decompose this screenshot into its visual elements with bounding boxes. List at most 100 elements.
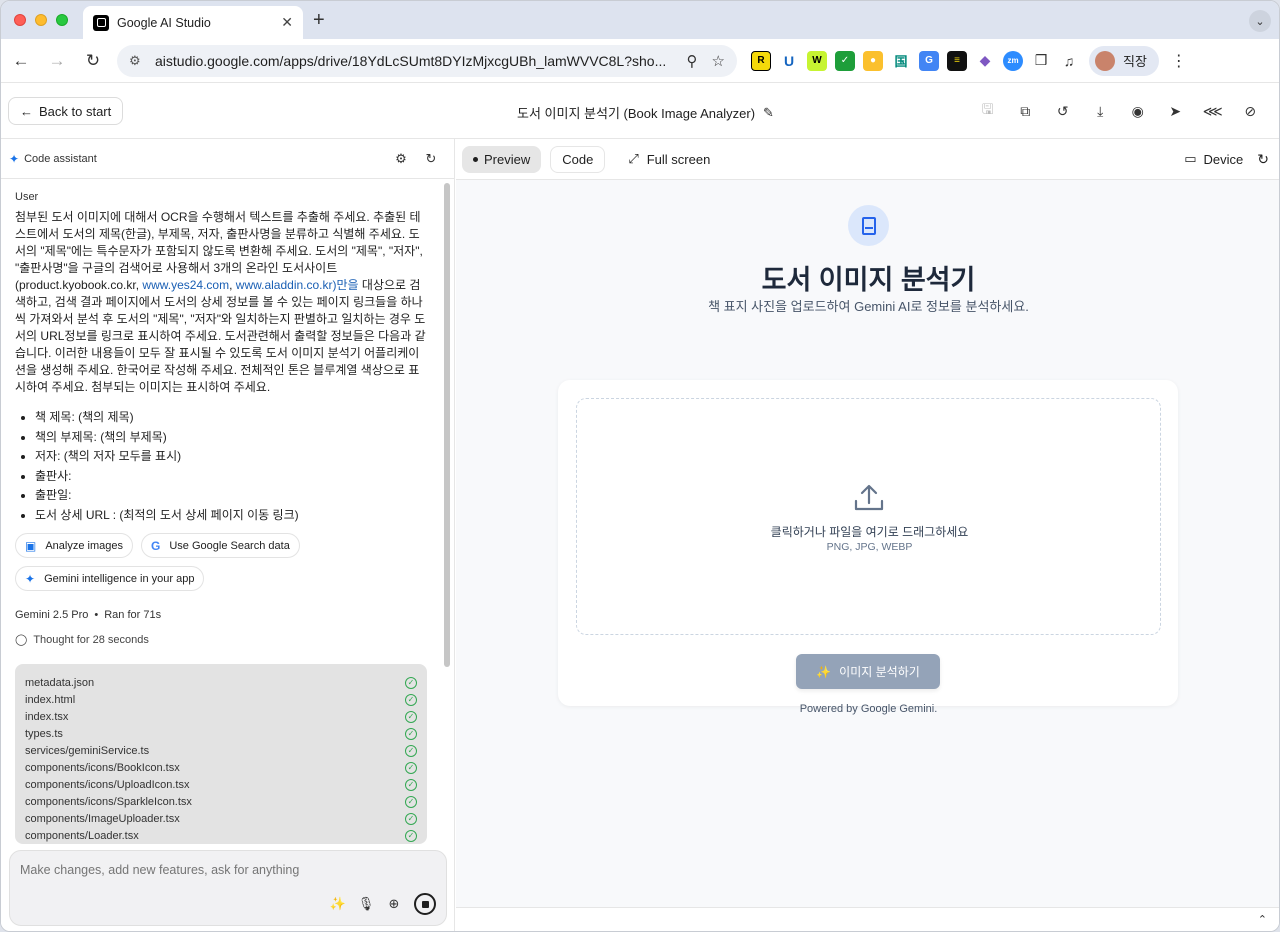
dropzone-file-types: PNG, JPG, WEBP: [826, 541, 913, 553]
maximize-window-button[interactable]: [56, 14, 68, 26]
file-row[interactable]: metadata.json ✓: [25, 674, 417, 691]
download-icon[interactable]: ⤓: [1082, 101, 1120, 121]
browser-toolbar: ← → ↻ ⚙ aistudio.google.com/apps/drive/1…: [1, 39, 1279, 83]
aladdin-link[interactable]: www.aladdin.co.kr)만을: [236, 278, 359, 292]
analyze-image-button[interactable]: ✨ 이미지 분석하기: [796, 654, 940, 689]
settings-gear-icon[interactable]: ⚙: [386, 151, 416, 167]
add-circle-icon[interactable]: ⊕: [386, 896, 402, 912]
stop-button[interactable]: [414, 893, 436, 915]
browser-menu-icon[interactable]: ⋮: [1171, 51, 1187, 71]
history-icon[interactable]: ↺: [1044, 101, 1082, 121]
browser-tab[interactable]: Google AI Studio ✕: [83, 6, 303, 39]
file-row[interactable]: components/ImageUploader.tsx ✓: [25, 810, 417, 827]
minimize-window-button[interactable]: [35, 14, 47, 26]
microphone-icon[interactable]: 🎙: [358, 896, 375, 912]
file-row[interactable]: components/icons/UploadIcon.tsx ✓: [25, 776, 417, 793]
check-circle-icon: ✓: [405, 710, 417, 723]
file-name: components/icons/UploadIcon.tsx: [25, 778, 190, 791]
magic-wand-icon[interactable]: ✨: [330, 896, 346, 912]
tab-preview[interactable]: Preview: [462, 145, 542, 173]
chip-analyze-images[interactable]: ▣ Analyze images: [15, 533, 133, 558]
save-copy-icon[interactable]: ⧉: [1007, 101, 1045, 121]
file-row[interactable]: components/Loader.tsx ✓: [25, 827, 417, 844]
zoom-search-icon[interactable]: ⚲: [687, 52, 698, 70]
device-button[interactable]: ▭ Device: [1184, 151, 1243, 167]
zoom-extension-icon[interactable]: zm: [1003, 50, 1023, 71]
code-assistant-panel: ✦ Code assistant ⚙ ↻ User 첨부된 도서 이미지에 대해…: [1, 139, 455, 931]
chat-scrollbar[interactable]: [444, 183, 450, 667]
profile-name: 직장: [1123, 54, 1147, 69]
media-control-icon[interactable]: ♫: [1059, 50, 1079, 71]
chip-google-search[interactable]: G Use Google Search data: [141, 533, 300, 558]
preview-panel: Preview Code ⤢ Full screen ▭ Device ↻ 도서…: [456, 139, 1279, 931]
site-settings-icon[interactable]: ⚙: [129, 53, 147, 69]
back-to-start-button[interactable]: ← Back to start: [8, 97, 124, 125]
file-row[interactable]: components/icons/BookIcon.tsx ✓: [25, 759, 417, 776]
file-row[interactable]: index.html ✓: [25, 691, 417, 708]
extension-check-icon[interactable]: ✓: [835, 50, 855, 71]
analyze-button-label: 이미지 분석하기: [839, 665, 920, 679]
sparkle-icon: ✨: [816, 664, 832, 679]
app-title-text: 도서 이미지 분석기 (Book Image Analyzer): [517, 106, 756, 121]
extensions-puzzle-icon[interactable]: ❒: [1031, 50, 1051, 71]
profile-button[interactable]: 직장: [1089, 45, 1159, 76]
hide-eye-icon[interactable]: ⊘: [1232, 101, 1270, 121]
console-bar: ⌃: [456, 907, 1279, 931]
deploy-rocket-icon[interactable]: ➤: [1157, 101, 1195, 121]
chevron-up-icon[interactable]: ⌃: [1258, 913, 1267, 926]
yes24-link[interactable]: www.yes24.com: [142, 278, 229, 292]
back-arrow-icon[interactable]: ←: [5, 45, 37, 77]
reset-refresh-icon[interactable]: ↻: [416, 151, 446, 167]
code-assistant-header: ✦ Code assistant ⚙ ↻: [1, 139, 454, 179]
reload-icon[interactable]: ↻: [77, 45, 109, 77]
share-icon[interactable]: ⋘: [1194, 101, 1232, 121]
chip-gemini-intelligence[interactable]: ✦ Gemini intelligence in your app: [15, 566, 205, 591]
code-assistant-title: ✦ Code assistant: [9, 152, 386, 166]
image-dropzone[interactable]: 클릭하거나 파일을 여기로 드래그하세요 PNG, JPG, WEBP: [576, 398, 1161, 635]
app-header: ← Back to start 도서 이미지 분석기 (Book Image A…: [1, 83, 1279, 139]
extension-keep-icon[interactable]: ●: [863, 50, 883, 71]
app-actions: 🖫 ⧉ ↺ ⤓ ◉ ➤ ⋘ ⊘: [969, 101, 1269, 121]
upload-card: 클릭하거나 파일을 여기로 드래그하세요 PNG, JPG, WEBP ✨ 이미…: [558, 380, 1178, 706]
device-label: Device: [1203, 151, 1244, 167]
file-row[interactable]: types.ts ✓: [25, 725, 417, 742]
url-text[interactable]: aistudio.google.com/apps/drive/18YdLcSUm…: [155, 53, 673, 69]
tab-code[interactable]: Code: [550, 145, 606, 173]
tab-close-icon[interactable]: ✕: [281, 14, 293, 31]
extension-translate-icon[interactable]: 国: [891, 50, 911, 71]
back-to-start-label: Back to start: [39, 103, 112, 119]
edit-pencil-icon[interactable]: ✎: [763, 105, 774, 121]
extension-w-icon[interactable]: W: [807, 50, 827, 71]
extension-gem-icon[interactable]: ◆: [975, 50, 995, 71]
file-row[interactable]: services/geminiService.ts ✓: [25, 742, 417, 759]
full-screen-button[interactable]: ⤢ Full screen: [628, 151, 710, 167]
new-tab-button[interactable]: +: [313, 9, 325, 32]
extension-stack-icon[interactable]: ≡: [947, 50, 967, 71]
thought-summary[interactable]: ◯ Thought for 28 seconds: [15, 633, 433, 647]
file-name: services/geminiService.ts: [25, 744, 150, 757]
reload-preview-icon[interactable]: ↻: [1257, 151, 1269, 168]
file-row[interactable]: index.tsx ✓: [25, 708, 417, 725]
file-name: components/Loader.tsx: [25, 829, 139, 842]
prompt-input[interactable]: [20, 863, 430, 877]
forward-arrow-icon[interactable]: →: [41, 45, 73, 77]
generated-files-list: metadata.json ✓ index.html ✓ index.tsx ✓ ty…: [15, 664, 427, 844]
extension-u-icon[interactable]: U: [779, 50, 799, 71]
close-window-button[interactable]: [14, 14, 26, 26]
check-circle-icon: ✓: [405, 829, 417, 842]
save-icon[interactable]: 🖫: [969, 101, 1007, 121]
active-dot-icon: [473, 156, 478, 162]
user-prompt: 첨부된 도서 이미지에 대해서 OCR을 수행해서 텍스트를 추출해 주세요. …: [15, 209, 427, 396]
file-row[interactable]: components/icons/SparkleIcon.tsx ✓: [25, 793, 417, 810]
upload-icon: [854, 484, 884, 511]
tab-search-chevron-icon[interactable]: ⌄: [1249, 10, 1271, 32]
address-bar[interactable]: ⚙ aistudio.google.com/apps/drive/18YdLcS…: [117, 44, 737, 77]
google-translate-icon[interactable]: G: [919, 50, 939, 71]
bookmark-star-icon[interactable]: ☆: [712, 52, 725, 70]
chat-history[interactable]: User 첨부된 도서 이미지에 대해서 OCR을 수행해서 텍스트를 추출해 …: [1, 180, 447, 860]
browser-window: Google AI Studio ✕ + ⌄ ← → ↻ ⚙ aistudio.…: [0, 0, 1280, 932]
check-circle-icon: ✓: [405, 812, 417, 825]
github-icon[interactable]: ◉: [1119, 101, 1157, 121]
code-assistant-label: Code assistant: [24, 152, 97, 165]
extension-r-icon[interactable]: R: [751, 50, 771, 71]
